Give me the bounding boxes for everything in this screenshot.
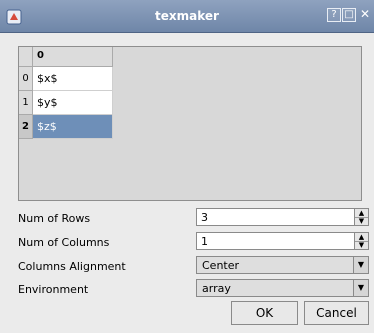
- columns-alignment-select[interactable]: Center ▼: [196, 256, 369, 274]
- environment-select[interactable]: array ▼: [196, 279, 369, 297]
- num-rows-spinbox[interactable]: 3 ▲ ▼: [196, 208, 369, 226]
- spin-down-icon[interactable]: ▼: [355, 241, 368, 249]
- title-bar: texmaker ? □ ✕: [0, 0, 374, 33]
- dropdown-arrow-icon[interactable]: ▼: [353, 280, 368, 296]
- num-columns-value: 1: [201, 235, 208, 248]
- num-columns-spinbox[interactable]: 1 ▲ ▼: [196, 232, 369, 250]
- maximize-button[interactable]: □: [342, 8, 356, 22]
- window-title: texmaker: [155, 9, 219, 23]
- environment-value: array: [202, 282, 231, 295]
- columns-alignment-label: Columns Alignment: [18, 260, 126, 273]
- table-cell-selected[interactable]: $z$: [33, 115, 113, 139]
- dropdown-arrow-icon[interactable]: ▼: [353, 257, 368, 273]
- spin-buttons[interactable]: ▲ ▼: [354, 209, 368, 225]
- close-button[interactable]: ✕: [358, 8, 372, 22]
- num-columns-label: Num of Columns: [18, 236, 110, 249]
- ok-button[interactable]: OK: [231, 301, 298, 325]
- spin-down-icon[interactable]: ▼: [355, 217, 368, 225]
- table-cell[interactable]: $y$: [33, 91, 113, 115]
- table-editor[interactable]: 0 0 $x$ 1 $y$ 2 $z$: [18, 46, 362, 201]
- column-header[interactable]: 0: [33, 47, 113, 67]
- columns-alignment-value: Center: [202, 259, 240, 272]
- row-header[interactable]: 2: [19, 115, 33, 139]
- cancel-button[interactable]: Cancel: [304, 301, 369, 325]
- row-header[interactable]: 1: [19, 91, 33, 115]
- num-rows-value: 3: [201, 211, 208, 224]
- help-button[interactable]: ?: [327, 8, 341, 22]
- spin-buttons[interactable]: ▲ ▼: [354, 233, 368, 249]
- table-corner: [19, 47, 33, 67]
- environment-label: Environment: [18, 283, 89, 296]
- num-rows-label: Num of Rows: [18, 212, 91, 225]
- row-header[interactable]: 0: [19, 67, 33, 91]
- table-cell[interactable]: $x$: [33, 67, 113, 91]
